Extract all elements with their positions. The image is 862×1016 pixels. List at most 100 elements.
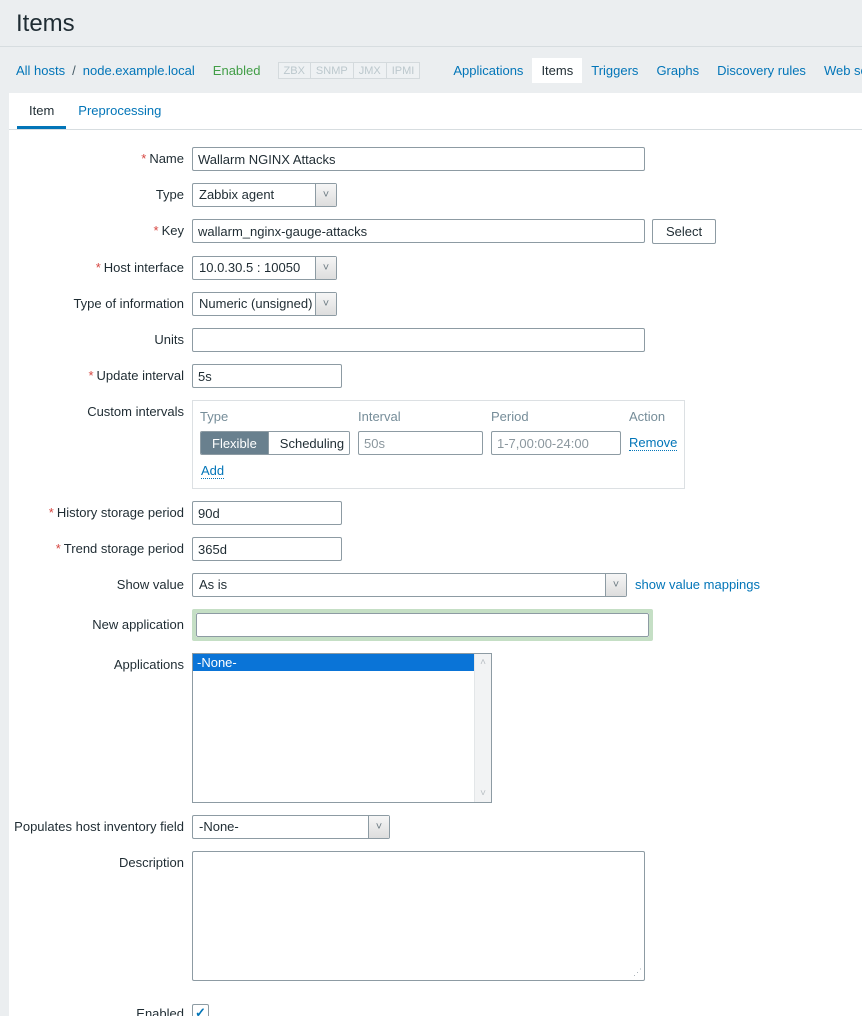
badge-ipmi: IPMI — [386, 62, 421, 79]
nav-discovery-rules[interactable]: Discovery rules — [708, 58, 815, 83]
required-mark: * — [88, 368, 93, 383]
inventory-field-select-value: -None- — [193, 816, 368, 838]
required-mark: * — [96, 260, 101, 275]
applications-label: Applications — [9, 653, 192, 672]
host-interface-select-value: 10.0.30.5 : 10050 — [193, 257, 315, 279]
host-status-badge: Enabled — [213, 63, 261, 78]
custom-intervals-table: Type Interval Period Action Flexible Sch… — [192, 400, 685, 489]
nav-triggers[interactable]: Triggers — [582, 58, 647, 83]
description-label: Description — [9, 851, 192, 870]
units-label: Units — [9, 328, 192, 347]
new-application-input[interactable] — [196, 613, 649, 637]
row-enabled: Enabled ✓ — [9, 1002, 862, 1016]
row-history-storage: *History storage period — [9, 501, 862, 525]
breadcrumb-all-hosts[interactable]: All hosts — [16, 63, 65, 78]
tab-bar: Item Preprocessing — [9, 93, 862, 130]
enabled-label: Enabled — [9, 1002, 192, 1016]
type-of-information-select-value: Numeric (unsigned) — [193, 293, 315, 315]
nav-items[interactable]: Items — [532, 58, 582, 83]
show-value-mappings-link[interactable]: show value mappings — [635, 573, 760, 592]
breadcrumb-host[interactable]: node.example.local — [83, 63, 195, 78]
ci-add-link[interactable]: Add — [201, 463, 224, 479]
show-value-select-value: As is — [193, 574, 605, 596]
name-label: Name — [149, 151, 184, 166]
trend-storage-input[interactable] — [192, 537, 342, 561]
row-applications: Applications -None- ˄ ˅ — [9, 653, 862, 803]
name-input[interactable] — [192, 147, 645, 171]
update-interval-input[interactable] — [192, 364, 342, 388]
breadcrumb: All hosts / node.example.local Enabled Z… — [0, 47, 862, 93]
type-select-value: Zabbix agent — [193, 184, 315, 206]
nav-applications[interactable]: Applications — [444, 58, 532, 83]
ci-type-flexible-button[interactable]: Flexible — [201, 432, 268, 454]
badge-jmx: JMX — [353, 62, 387, 79]
host-interface-select[interactable]: 10.0.30.5 : 10050 ˅ — [192, 256, 337, 280]
row-key: *Key Select — [9, 219, 862, 244]
new-application-focus-frame — [192, 609, 653, 641]
key-select-button[interactable]: Select — [652, 219, 716, 244]
key-label: Key — [162, 223, 184, 238]
show-value-label: Show value — [9, 573, 192, 592]
row-type: Type Zabbix agent ˅ — [9, 183, 862, 207]
ci-interval-input[interactable] — [358, 431, 483, 455]
tab-preprocessing[interactable]: Preprocessing — [66, 93, 173, 129]
row-description: Description ⋰ — [9, 851, 862, 984]
trend-storage-label: Trend storage period — [64, 541, 184, 556]
item-form: *Name Type Zabbix agent ˅ *Key Select *H… — [9, 130, 862, 1016]
description-textarea[interactable] — [192, 851, 645, 981]
tab-item[interactable]: Item — [17, 93, 66, 129]
required-mark: * — [154, 223, 159, 238]
applications-option-none[interactable]: -None- — [193, 654, 491, 671]
row-new-application: New application — [9, 609, 862, 641]
chevron-down-icon: ˅ — [315, 293, 336, 315]
custom-intervals-label: Custom intervals — [9, 400, 192, 419]
ci-header-action: Action — [629, 409, 677, 424]
row-name: *Name — [9, 147, 862, 171]
ci-type-scheduling-button[interactable]: Scheduling — [268, 432, 350, 454]
interface-availability-badges: ZBX SNMP JMX IPMI — [279, 62, 421, 79]
badge-snmp: SNMP — [310, 62, 354, 79]
history-storage-label: History storage period — [57, 505, 184, 520]
ci-remove-link[interactable]: Remove — [629, 435, 677, 451]
show-value-select[interactable]: As is ˅ — [192, 573, 627, 597]
host-nav: Applications Items Triggers Graphs Disco… — [444, 58, 862, 83]
chevron-down-icon[interactable]: ˅ — [480, 788, 486, 799]
ci-header-interval: Interval — [358, 409, 483, 424]
chevron-down-icon: ˅ — [315, 257, 336, 279]
row-type-of-information: Type of information Numeric (unsigned) ˅ — [9, 292, 862, 316]
page-header: Items — [0, 0, 862, 46]
key-input[interactable] — [192, 219, 645, 243]
chevron-down-icon: ˅ — [605, 574, 626, 596]
update-interval-label: Update interval — [97, 368, 184, 383]
units-input[interactable] — [192, 328, 645, 352]
type-of-information-select[interactable]: Numeric (unsigned) ˅ — [192, 292, 337, 316]
history-storage-input[interactable] — [192, 501, 342, 525]
chevron-down-icon: ˅ — [315, 184, 336, 206]
row-inventory-field: Populates host inventory field -None- ˅ — [9, 815, 862, 839]
item-form-panel: Item Preprocessing *Name Type Zabbix age… — [9, 93, 862, 1016]
new-application-label: New application — [9, 609, 192, 632]
ci-header-type: Type — [200, 409, 350, 424]
chevron-down-icon: ˅ — [368, 816, 389, 838]
page-title: Items — [16, 10, 846, 46]
type-select[interactable]: Zabbix agent ˅ — [192, 183, 337, 207]
required-mark: * — [49, 505, 54, 520]
inventory-field-label: Populates host inventory field — [9, 815, 192, 834]
ci-header-period: Period — [491, 409, 621, 424]
ci-period-input[interactable] — [491, 431, 621, 455]
row-show-value: Show value As is ˅ show value mappings — [9, 573, 862, 597]
applications-listbox[interactable]: -None- ˄ ˅ — [192, 653, 492, 803]
ci-type-toggle: Flexible Scheduling — [200, 431, 350, 455]
row-update-interval: * Update interval — [9, 364, 862, 388]
row-host-interface: *Host interface 10.0.30.5 : 10050 ˅ — [9, 256, 862, 280]
required-mark: * — [56, 541, 61, 556]
badge-zbx: ZBX — [278, 62, 311, 79]
row-units: Units — [9, 328, 862, 352]
row-trend-storage: *Trend storage period — [9, 537, 862, 561]
nav-web-scenarios[interactable]: Web scenarios — [815, 58, 862, 83]
enabled-checkbox[interactable]: ✓ — [192, 1004, 209, 1016]
chevron-up-icon[interactable]: ˄ — [480, 657, 486, 668]
inventory-field-select[interactable]: -None- ˅ — [192, 815, 390, 839]
listbox-scrollbar[interactable]: ˄ ˅ — [474, 654, 491, 802]
nav-graphs[interactable]: Graphs — [647, 58, 708, 83]
